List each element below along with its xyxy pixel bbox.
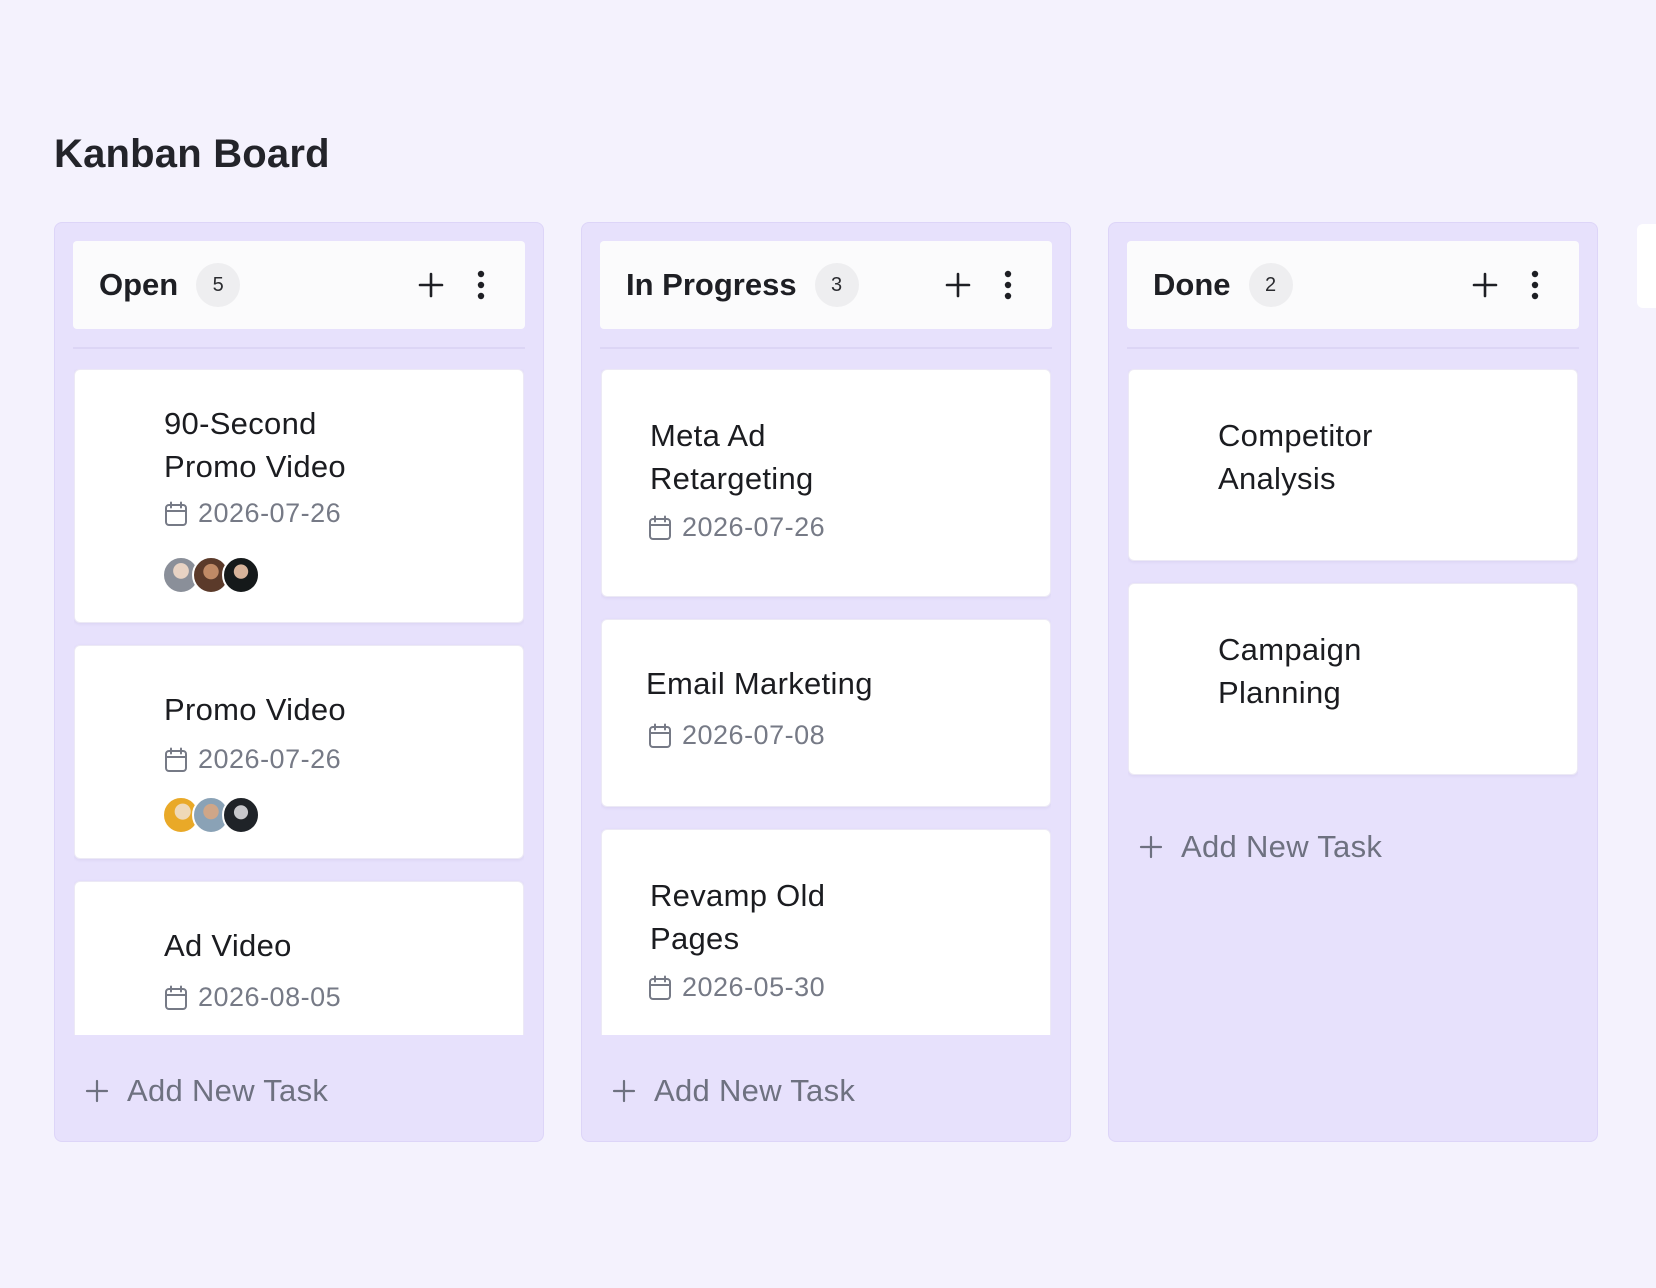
column-title: In Progress bbox=[626, 267, 797, 302]
card-title: Email Marketing bbox=[646, 666, 873, 701]
column-actions bbox=[1467, 267, 1553, 303]
column-header: Open 5 bbox=[73, 241, 525, 329]
task-card[interactable]: Campaign Planning bbox=[1128, 583, 1578, 775]
calendar-icon bbox=[165, 985, 187, 1010]
column-count-badge: 2 bbox=[1248, 263, 1293, 307]
card-due-date: 2026-07-26 bbox=[648, 512, 825, 543]
card-due-date: 2026-07-26 bbox=[164, 498, 341, 529]
add-new-task-label: Add New Task bbox=[654, 1073, 856, 1108]
calendar-icon bbox=[649, 975, 671, 1000]
task-card[interactable]: Ad Video 2026-08-05 bbox=[74, 881, 524, 1035]
column-divider bbox=[1127, 329, 1579, 349]
add-new-task-button[interactable]: Add New Task bbox=[85, 1073, 328, 1109]
add-new-task-button[interactable]: Add New Task bbox=[1139, 829, 1382, 865]
column-menu-button[interactable] bbox=[1517, 267, 1553, 303]
card-title: Revamp Old Pages bbox=[650, 878, 826, 956]
calendar-icon bbox=[649, 723, 671, 748]
card-date-text: 2026-05-30 bbox=[682, 972, 826, 1002]
avatar[interactable] bbox=[222, 796, 260, 834]
column-divider bbox=[600, 329, 1052, 349]
column-count-badge: 3 bbox=[814, 263, 859, 307]
card-date-text: 2026-07-26 bbox=[198, 498, 342, 528]
card-title: Competitor Analysis bbox=[1218, 418, 1373, 496]
card-list: Meta Ad Retargeting 2026-07-26 Email Mar… bbox=[601, 369, 1051, 1035]
card-date-text: 2026-08-05 bbox=[198, 982, 342, 1012]
card-title: Promo Video bbox=[164, 692, 346, 727]
column-header: In Progress 3 bbox=[600, 241, 1052, 329]
plus-icon bbox=[612, 1079, 636, 1103]
column-count-badge: 5 bbox=[196, 263, 241, 307]
task-card[interactable]: Promo Video 2026-07-26 bbox=[74, 645, 524, 859]
card-due-date: 2026-05-30 bbox=[648, 972, 825, 1003]
more-vertical-icon bbox=[1004, 270, 1012, 300]
card-assignees bbox=[162, 796, 260, 834]
task-card[interactable]: Email Marketing 2026-07-08 bbox=[601, 619, 1051, 807]
card-list: 90-Second Promo Video 2026-07-26 Promo V… bbox=[74, 369, 524, 1035]
calendar-icon bbox=[649, 515, 671, 540]
app-window: Kanban Board Open 5 90-Second Promo Vide… bbox=[0, 0, 1656, 1288]
card-title: Meta Ad Retargeting bbox=[650, 418, 814, 496]
add-card-button[interactable] bbox=[1467, 267, 1503, 303]
more-vertical-icon bbox=[1531, 270, 1539, 300]
card-assignees bbox=[162, 556, 260, 594]
add-card-button[interactable] bbox=[413, 267, 449, 303]
column-header: Done 2 bbox=[1127, 241, 1579, 329]
add-new-task-button[interactable]: Add New Task bbox=[612, 1073, 855, 1109]
column-title: Open bbox=[99, 267, 179, 302]
column-done: Done 2 Competitor Analysis Campaign Plan… bbox=[1108, 222, 1598, 1142]
plus-icon bbox=[1472, 272, 1498, 298]
column-actions bbox=[413, 267, 499, 303]
column-menu-button[interactable] bbox=[990, 267, 1026, 303]
column-divider bbox=[73, 329, 525, 349]
card-date-text: 2026-07-08 bbox=[682, 720, 826, 750]
kanban-board: Open 5 90-Second Promo Video 2026-07-26 … bbox=[54, 222, 1598, 1142]
more-vertical-icon bbox=[477, 270, 485, 300]
plus-icon bbox=[418, 272, 444, 298]
calendar-icon bbox=[165, 747, 187, 772]
card-date-text: 2026-07-26 bbox=[198, 744, 342, 774]
plus-icon bbox=[1139, 835, 1163, 859]
column-title: Done bbox=[1153, 267, 1231, 302]
add-new-task-label: Add New Task bbox=[127, 1073, 329, 1108]
card-due-date: 2026-07-08 bbox=[648, 720, 825, 751]
task-card[interactable]: Meta Ad Retargeting 2026-07-26 bbox=[601, 369, 1051, 597]
column-in-progress: In Progress 3 Meta Ad Retargeting 2026-0… bbox=[581, 222, 1071, 1142]
plus-icon bbox=[945, 272, 971, 298]
card-date-text: 2026-07-26 bbox=[682, 512, 826, 542]
page-title: Kanban Board bbox=[54, 132, 330, 176]
add-new-task-label: Add New Task bbox=[1181, 829, 1383, 864]
task-card[interactable]: Competitor Analysis bbox=[1128, 369, 1578, 561]
card-title: Campaign Planning bbox=[1218, 632, 1362, 710]
card-due-date: 2026-08-05 bbox=[164, 982, 341, 1013]
card-list: Competitor Analysis Campaign Planning bbox=[1128, 369, 1578, 1035]
column-menu-button[interactable] bbox=[463, 267, 499, 303]
column-open: Open 5 90-Second Promo Video 2026-07-26 … bbox=[54, 222, 544, 1142]
add-card-button[interactable] bbox=[940, 267, 976, 303]
task-card[interactable]: 90-Second Promo Video 2026-07-26 bbox=[74, 369, 524, 623]
calendar-icon bbox=[165, 501, 187, 526]
card-due-date: 2026-07-26 bbox=[164, 744, 341, 775]
next-column-edge bbox=[1637, 224, 1656, 308]
column-actions bbox=[940, 267, 1026, 303]
card-title: Ad Video bbox=[164, 928, 292, 963]
plus-icon bbox=[85, 1079, 109, 1103]
task-card[interactable]: Revamp Old Pages 2026-05-30 bbox=[601, 829, 1051, 1035]
avatar[interactable] bbox=[222, 556, 260, 594]
card-title: 90-Second Promo Video bbox=[164, 406, 346, 484]
